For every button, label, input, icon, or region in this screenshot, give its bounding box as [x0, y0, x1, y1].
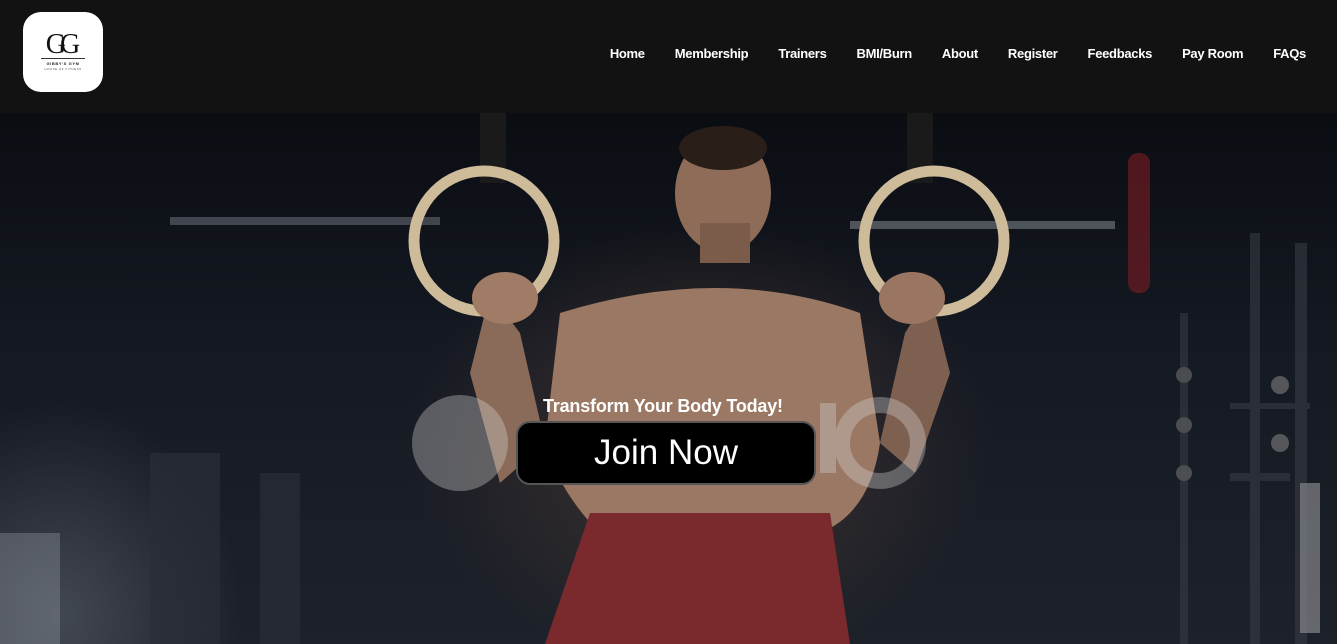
nav-link-bmi-burn[interactable]: BMI/Burn	[857, 46, 913, 61]
nav-link-feedbacks[interactable]: Feedbacks	[1088, 46, 1153, 61]
gym-rack	[1176, 233, 1320, 644]
hero-section: Transform Your Body Today! Join Now	[0, 113, 1337, 644]
nav-link-membership[interactable]: Membership	[675, 46, 749, 61]
bg-light-bar	[170, 217, 440, 225]
hand-left	[472, 272, 538, 324]
logo-brand-name: GIBBY'S GYM	[46, 60, 80, 66]
logo[interactable]: GG GIBBY'S GYM HOUSE OF FITNESS	[23, 12, 103, 92]
hero-caption: Transform Your Body Today!	[543, 396, 783, 416]
logo-tagline: HOUSE OF FITNESS	[44, 66, 82, 71]
nav-link-pay-room[interactable]: Pay Room	[1182, 46, 1243, 61]
join-now-button[interactable]: Join Now	[516, 421, 816, 485]
hand-right	[879, 272, 945, 324]
nav-link-faqs[interactable]: FAQs	[1273, 46, 1306, 61]
nav-link-about[interactable]: About	[942, 46, 978, 61]
main-nav: Home Membership Trainers BMI/Burn About …	[580, 46, 1306, 61]
logo-monogram: GG	[45, 28, 81, 60]
nav-link-home[interactable]: Home	[610, 46, 645, 61]
navbar: GG GIBBY'S GYM HOUSE OF FITNESS Home Mem…	[0, 0, 1337, 113]
nav-link-trainers[interactable]: Trainers	[778, 46, 826, 61]
hero-background-video	[0, 113, 1320, 644]
bg-light-bar	[850, 221, 1115, 229]
gym-equipment-left	[0, 453, 300, 644]
logo-divider	[41, 57, 85, 59]
punching-bag	[1128, 153, 1150, 293]
nav-link-register[interactable]: Register	[1008, 46, 1058, 61]
